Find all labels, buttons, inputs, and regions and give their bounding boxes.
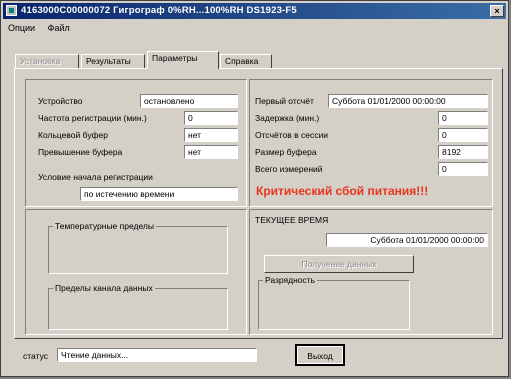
close-button[interactable]: × (490, 5, 504, 17)
resolution-label: Разрядность (263, 275, 318, 285)
parameters-panel: Устройство остановлено Частота регистрац… (14, 68, 503, 339)
get-data-button[interactable]: Получение данных (264, 255, 414, 273)
channel-limits-label: Пределы канала данных (53, 283, 155, 293)
device-params-box: Устройство остановлено Частота регистрац… (25, 79, 247, 207)
status-field: Чтение данных... (57, 348, 257, 362)
resolution-group: Разрядность (258, 275, 410, 330)
current-time-box: ТЕКУЩЕЕ ВРЕМЯ Суббота 01/01/2000 00:00:0… (249, 209, 493, 335)
limits-box: Температурные пределы Пределы канала дан… (25, 209, 247, 335)
buffer-overflow-label: Превышение буфера (38, 147, 123, 157)
temperature-limits-group: Температурные пределы (48, 221, 228, 274)
rate-label: Частота регистрации (мин.) (38, 113, 147, 123)
buffer-size-label: Размер буфера (255, 147, 317, 157)
start-condition-field: по истечению времени (80, 187, 238, 201)
tab-setup[interactable]: Установка (15, 54, 79, 68)
window-title: 4163000C00000072 Гигрограф 0%RH...100%RH… (21, 5, 297, 16)
samples-in-session-field: 0 (438, 128, 488, 142)
exit-button[interactable]: Выход (295, 344, 345, 366)
current-time-label: ТЕКУЩЕЕ ВРЕМЯ (255, 215, 329, 225)
device-state-field: остановлено (140, 94, 238, 108)
app-icon (6, 5, 17, 16)
start-condition-label: Условие начала регистрации (38, 172, 153, 182)
channel-limits-group: Пределы канала данных (48, 283, 228, 330)
delay-label: Задержка (мин.) (255, 113, 320, 123)
title-bar[interactable]: 4163000C00000072 Гигрограф 0%RH...100%RH… (3, 3, 506, 19)
session-params-box: Первый отсчёт Суббота 01/01/2000 00:00:0… (249, 79, 493, 207)
buffer-overflow-field: нет (184, 145, 238, 159)
total-samples-field: 0 (438, 162, 488, 176)
menu-file[interactable]: Файл (43, 21, 75, 35)
tab-results[interactable]: Результаты (81, 54, 145, 68)
first-sample-label: Первый отсчёт (255, 96, 314, 106)
samples-in-session-label: Отсчётов в сессии (255, 130, 328, 140)
rate-field: 0 (184, 111, 238, 125)
power-failure-alert: Критический сбой питания!!! (256, 184, 429, 198)
tab-parameters[interactable]: Параметры (147, 51, 219, 69)
total-samples-label: Всего измерений (255, 164, 323, 174)
buffer-size-field: 8192 (438, 145, 488, 159)
current-time-field: Суббота 01/01/2000 00:00:00 (326, 233, 488, 247)
first-sample-field: Суббота 01/01/2000 00:00:00 (328, 94, 488, 108)
temperature-limits-label: Температурные пределы (53, 221, 156, 231)
device-label: Устройство (38, 96, 83, 106)
ring-buffer-field: нет (184, 128, 238, 142)
main-window: 4163000C00000072 Гигрограф 0%RH...100%RH… (0, 0, 509, 377)
delay-field: 0 (438, 111, 488, 125)
menu-options[interactable]: Опции (3, 21, 40, 35)
status-label: статус (23, 351, 48, 361)
tab-help[interactable]: Справка (220, 54, 272, 68)
menu-bar: Опции Файл (3, 21, 75, 37)
ring-buffer-label: Кольцевой буфер (38, 130, 108, 140)
